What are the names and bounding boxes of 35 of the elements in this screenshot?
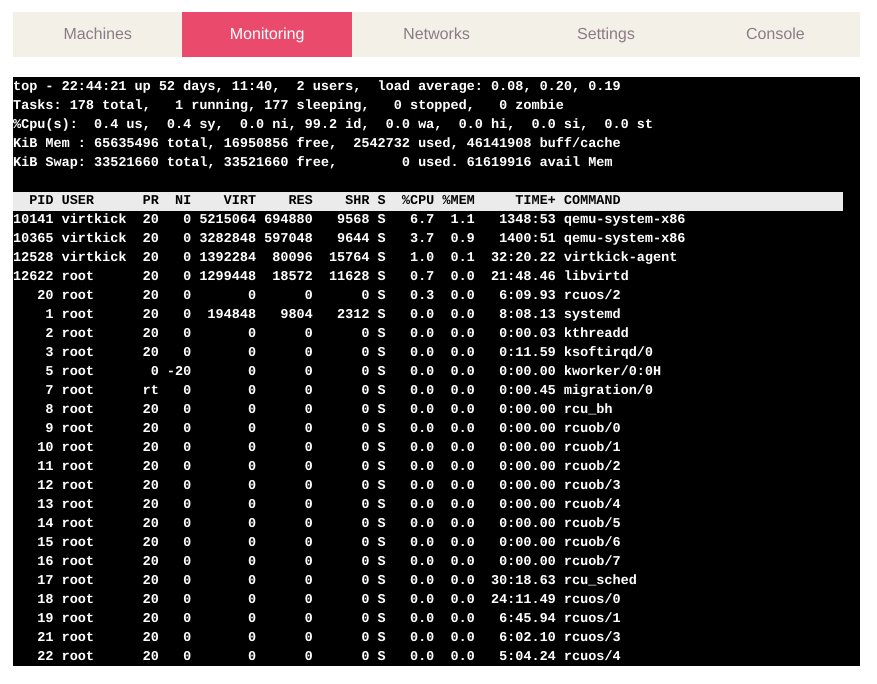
- process-row-text: 7 root rt 0 0 0 0 S 0.0 0.0 0:00.45 migration/0: [44, 383, 654, 401]
- summary-line: KiB Mem : 65635496 total, 16950856 free, 2542732 used, 46141908 buff/cache: [13, 136, 622, 154]
- process-row-text: 10141 virtkick 20 0 5215064 694880 9568 S 6.7 1.1 1348:53 qemu-system-x86: [13, 212, 686, 230]
- process-row-text: 8 root 20 0 0 0 0 S 0.0 0.0 0:00.00 rcu_bh: [44, 402, 614, 420]
- nav-tab[interactable]: Monitoring: [182, 12, 352, 57]
- process-row-text: 15 root 20 0 0 0 0 S 0.0 0.0 0:00.00 rcuob/6: [36, 535, 622, 553]
- summary-line: Tasks: 178 total, 1 running, 177 sleeping, 0 stopped, 0 zombie: [13, 98, 565, 116]
- process-row-text: 10 root 20 0 0 0 0 S 0.0 0.0 0:00.00 rcuob/1: [36, 440, 622, 458]
- summary-line: KiB Swap: 33521660 total, 33521660 free, 0 used. 61619916 avail Mem: [13, 155, 614, 173]
- process-row-text: 3 root 20 0 0 0 0 S 0.0 0.0 0:11.59 ksoftirqd/0: [44, 345, 654, 363]
- process-row-text: 21 root 20 0 0 0 0 S 0.0 0.0 6:02.10 rcuos/3: [36, 630, 622, 648]
- process-row-text: 19 root 20 0 0 0 0 S 0.0 0.0 6:45.94 rcuos/1: [36, 611, 622, 629]
- process-row-text: 1 root 20 0 194848 9804 2312 S 0.0 0.0 8:08.13 systemd: [44, 307, 622, 325]
- process-row-text: 14 root 20 0 0 0 0 S 0.0 0.0 0:00.00 rcuob/5: [36, 516, 622, 534]
- process-row-text: 16 root 20 0 0 0 0 S 0.0 0.0 0:00.00 rcuob/7: [36, 554, 622, 572]
- process-row-text: 22 root 20 0 0 0 0 S 0.0 0.0 5:04.24 rcuos/4: [36, 649, 622, 666]
- process-row-text: 2 root 20 0 0 0 0 S 0.0 0.0 0:00.03 kthreadd: [44, 326, 630, 344]
- summary-line: %Cpu(s): 0.4 us, 0.4 sy, 0.0 ni, 99.2 id, 0.0 wa, 0.0 hi, 0.0 si, 0.0 st: [13, 117, 654, 135]
- process-row-text: 12528 virtkick 20 0 1392284 80096 15764 S 1.0 0.1 32:20.22 virtkick-agent: [13, 250, 678, 268]
- nav-tab[interactable]: Console: [690, 12, 860, 57]
- column-header-row: PID USER PR NI VIRT RES SHR S %CPU %MEM TIME+ COMMAND: [13, 192, 843, 211]
- process-row-text: 13 root 20 0 0 0 0 S 0.0 0.0 0:00.00 rcuob/4: [36, 497, 622, 515]
- process-row-text: 20 root 20 0 0 0 0 S 0.3 0.0 6:09.93 rcuos/2: [36, 288, 622, 306]
- process-row-text: 18 root 20 0 0 0 0 S 0.0 0.0 24:11.49 rcuos/0: [36, 592, 622, 610]
- process-row-text: 12 root 20 0 0 0 0 S 0.0 0.0 0:00.00 rcuob/3: [36, 478, 622, 496]
- nav-tab[interactable]: Machines: [13, 12, 182, 57]
- summary-line: top - 22:44:21 up 52 days, 11:40, 2 users, load average: 0.08, 0.20, 0.19: [13, 79, 622, 97]
- nav-tab[interactable]: Settings: [521, 12, 691, 57]
- process-row-text: 17 root 20 0 0 0 0 S 0.0 0.0 30:18.63 rcu_sched: [36, 573, 638, 591]
- process-row-text: 5 root 0 -20 0 0 0 S 0.0 0.0 0:00.00 kworker/0:0H: [44, 364, 662, 382]
- process-row-text: 10365 virtkick 20 0 3282848 597048 9644 S 3.7 0.9 1400:51 qemu-system-x86: [13, 231, 686, 249]
- process-row-text: 9 root 20 0 0 0 0 S 0.0 0.0 0:00.00 rcuob/0: [44, 421, 622, 439]
- process-row-text: 12622 root 20 0 1299448 18572 11628 S 0.7 0.0 21:48.46 libvirtd: [13, 269, 630, 287]
- nav-tab[interactable]: Networks: [352, 12, 522, 57]
- process-row-text: 11 root 20 0 0 0 0 S 0.0 0.0 0:00.00 rcuob/2: [36, 459, 622, 477]
